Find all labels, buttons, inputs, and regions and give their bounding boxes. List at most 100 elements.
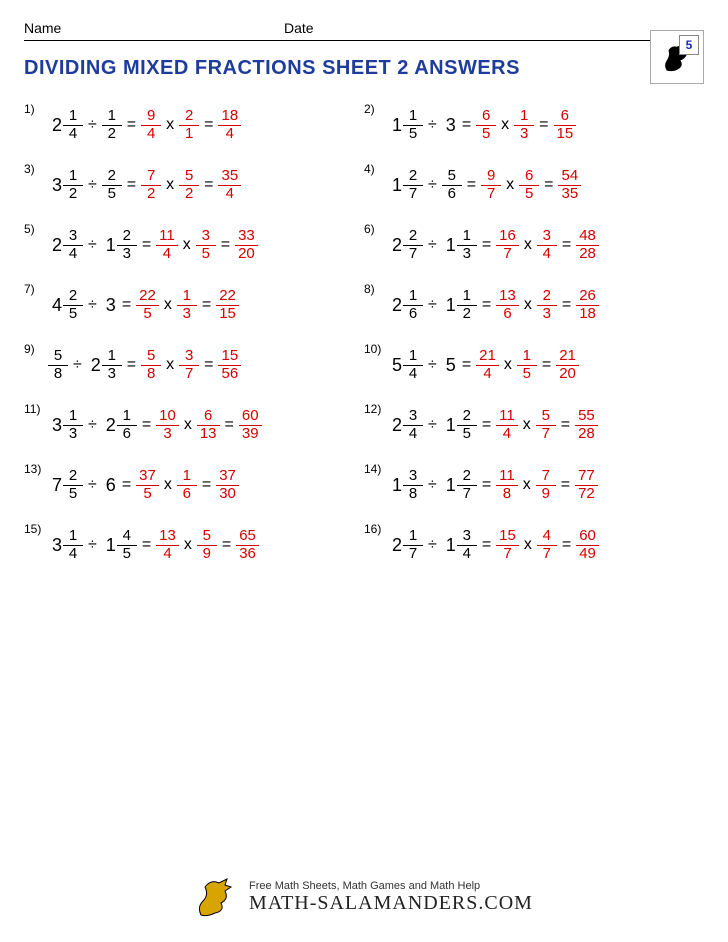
problem-number: 12) (364, 402, 381, 416)
logo-corner: 5 (650, 30, 704, 84)
divide-op: ÷ (68, 356, 87, 374)
equals: = (117, 476, 136, 494)
numerator: 1 (105, 108, 119, 125)
denominator: 8 (406, 486, 420, 503)
whole-number: 2 (87, 355, 102, 376)
fraction: 27 (403, 168, 423, 202)
denominator: 6 (120, 426, 134, 443)
problem: 10)514÷5=214x15=2120 (364, 348, 704, 382)
fraction: 16 (177, 468, 197, 502)
denominator: 5 (140, 306, 154, 323)
divide-op: ÷ (83, 536, 102, 554)
numerator: 10 (156, 408, 179, 425)
denominator: 3 (160, 426, 174, 443)
fraction: 1556 (218, 348, 241, 382)
problem-number: 2) (364, 102, 375, 116)
fraction: 184 (218, 108, 241, 142)
problem-number: 1) (24, 102, 35, 116)
numerator: 21 (556, 348, 579, 365)
denominator: 30 (216, 486, 239, 503)
numerator: 1 (406, 528, 420, 545)
multiply-op: x (159, 296, 177, 314)
denominator: 3 (517, 126, 531, 143)
fraction: 16 (117, 408, 137, 442)
numerator: 65 (236, 528, 259, 545)
numerator: 4 (540, 528, 554, 545)
name-label: Name (24, 20, 284, 36)
denominator: 13 (197, 426, 220, 443)
numerator: 1 (406, 108, 420, 125)
numerator: 2 (460, 468, 474, 485)
fraction: 25 (102, 168, 122, 202)
numerator: 1 (66, 108, 80, 125)
whole-number: 3 (48, 535, 63, 556)
fraction: 25 (457, 408, 477, 442)
denominator: 5 (520, 366, 534, 383)
equals: = (216, 236, 235, 254)
problem: 16)217÷134=157x47=6049 (364, 528, 704, 562)
denominator: 4 (160, 546, 174, 563)
whole-number: 1 (442, 295, 457, 316)
numerator: 1 (460, 228, 474, 245)
numerator: 18 (218, 108, 241, 125)
fraction: 13 (63, 408, 83, 442)
fraction: 134 (156, 528, 179, 562)
whole-number: 3 (442, 115, 457, 136)
numerator: 1 (180, 468, 194, 485)
denominator: 1 (182, 126, 196, 143)
problem-number: 3) (24, 162, 35, 176)
multiply-op: x (159, 476, 177, 494)
problem: 3)312÷25=72x52=354 (24, 168, 364, 202)
numerator: 37 (136, 468, 159, 485)
numerator: 6 (479, 108, 493, 125)
numerator: 1 (66, 528, 80, 545)
denominator: 4 (144, 126, 158, 143)
equals: = (556, 476, 575, 494)
numerator: 4 (120, 528, 134, 545)
divide-op: ÷ (423, 116, 442, 134)
denominator: 5 (66, 306, 80, 323)
fraction: 27 (403, 228, 423, 262)
denominator: 4 (500, 426, 514, 443)
fraction: 65 (519, 168, 539, 202)
page-title: DIVIDING MIXED FRACTIONS SHEET 2 ANSWERS (24, 57, 704, 80)
problem-number: 10) (364, 342, 381, 356)
numerator: 11 (156, 228, 178, 245)
multiply-op: x (161, 356, 179, 374)
equals: = (137, 416, 156, 434)
footer-tagline: Free Math Sheets, Math Games and Math He… (249, 880, 533, 892)
fraction: 118 (496, 468, 518, 502)
numerator: 33 (235, 228, 258, 245)
numerator: 16 (496, 228, 519, 245)
multiply-op: x (519, 296, 537, 314)
numerator: 5 (539, 408, 553, 425)
denominator: 8 (500, 486, 514, 503)
problem-number: 14) (364, 462, 381, 476)
equals: = (457, 356, 476, 374)
denominator: 5 (199, 246, 213, 263)
denominator: 7 (182, 366, 196, 383)
divide-op: ÷ (83, 176, 102, 194)
equals: = (462, 176, 481, 194)
problem: 15)314÷145=134x59=6536 (24, 528, 364, 562)
fraction: 4828 (576, 228, 599, 262)
equals: = (557, 236, 576, 254)
denominator: 6 (406, 306, 420, 323)
denominator: 36 (236, 546, 259, 563)
denominator: 4 (66, 246, 80, 263)
denominator: 5 (522, 186, 536, 203)
numerator: 3 (182, 348, 196, 365)
equals: = (137, 536, 156, 554)
numerator: 55 (575, 408, 598, 425)
denominator: 7 (406, 246, 420, 263)
fraction: 37 (179, 348, 199, 382)
fraction: 157 (496, 528, 519, 562)
fraction: 58 (48, 348, 68, 382)
fraction: 27 (457, 468, 477, 502)
equals: = (557, 296, 576, 314)
whole-number: 1 (388, 115, 403, 136)
fraction: 13 (102, 348, 122, 382)
problem: 4)127÷56=97x65=5435 (364, 168, 704, 202)
numerator: 22 (136, 288, 159, 305)
numerator: 13 (496, 288, 519, 305)
